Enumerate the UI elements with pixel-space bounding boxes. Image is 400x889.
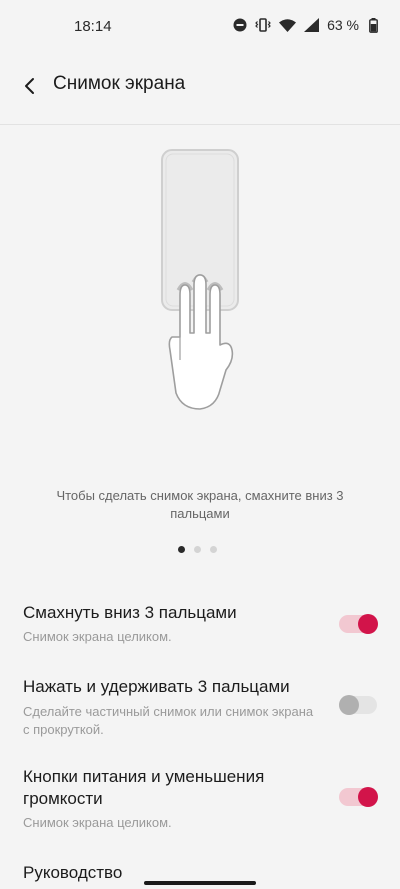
setting-three-finger-swipe[interactable]: Смахнуть вниз 3 пальцами Снимок экрана ц…	[0, 598, 400, 658]
illustration	[0, 125, 400, 455]
setting-title: Смахнуть вниз 3 пальцами	[23, 603, 237, 622]
setting-power-volume-buttons[interactable]: Кнопки питания и уменьшения громкости Сн…	[0, 764, 400, 836]
wifi-icon	[279, 18, 297, 32]
status-icons: 63 %	[233, 17, 378, 33]
setting-title: Нажать и удерживать 3 пальцами	[23, 677, 290, 696]
setting-title: Кнопки питания и уменьшения громкости	[23, 767, 265, 808]
setting-subtitle: Сделайте частичный снимок или снимок экр…	[23, 704, 314, 737]
page-title: Снимок экрана	[53, 73, 186, 94]
three-finger-hold-toggle[interactable]	[339, 695, 377, 715]
do-not-disturb-icon	[233, 18, 247, 32]
battery-icon	[369, 17, 378, 33]
illustration-pager[interactable]	[178, 546, 217, 553]
toggle-knob	[358, 614, 378, 634]
toggle-knob	[339, 695, 359, 715]
status-time: 18:14	[74, 18, 112, 35]
toggle-knob	[358, 787, 378, 807]
power-volume-toggle[interactable]	[339, 787, 378, 807]
screen: 18:14 63 % Снимок экрана Чтобы сделать с…	[0, 0, 400, 889]
setting-subtitle: Снимок экрана целиком.	[23, 629, 172, 644]
back-arrow-icon	[25, 78, 34, 94]
pager-dot[interactable]	[210, 546, 217, 553]
app-header: Снимок экрана	[0, 56, 400, 125]
three-finger-swipe-toggle[interactable]	[339, 614, 378, 634]
pager-dot[interactable]	[194, 546, 201, 553]
pager-dot[interactable]	[178, 546, 185, 553]
setting-subtitle: Снимок экрана целиком.	[23, 815, 172, 830]
battery-percent: 63 %	[327, 17, 359, 33]
guide-link[interactable]: Руководство	[23, 863, 122, 883]
status-bar: 18:14 63 %	[0, 0, 400, 54]
setting-three-finger-hold[interactable]: Нажать и удерживать 3 пальцами Сделайте …	[0, 673, 400, 741]
three-finger-swipe-illustration	[161, 149, 239, 410]
back-button[interactable]	[16, 72, 44, 100]
cell-signal-icon	[304, 18, 320, 32]
gesture-hint: Чтобы сделать снимок экрана, смахните вн…	[56, 488, 344, 521]
vibrate-icon	[255, 18, 271, 32]
home-indicator[interactable]	[144, 881, 256, 885]
